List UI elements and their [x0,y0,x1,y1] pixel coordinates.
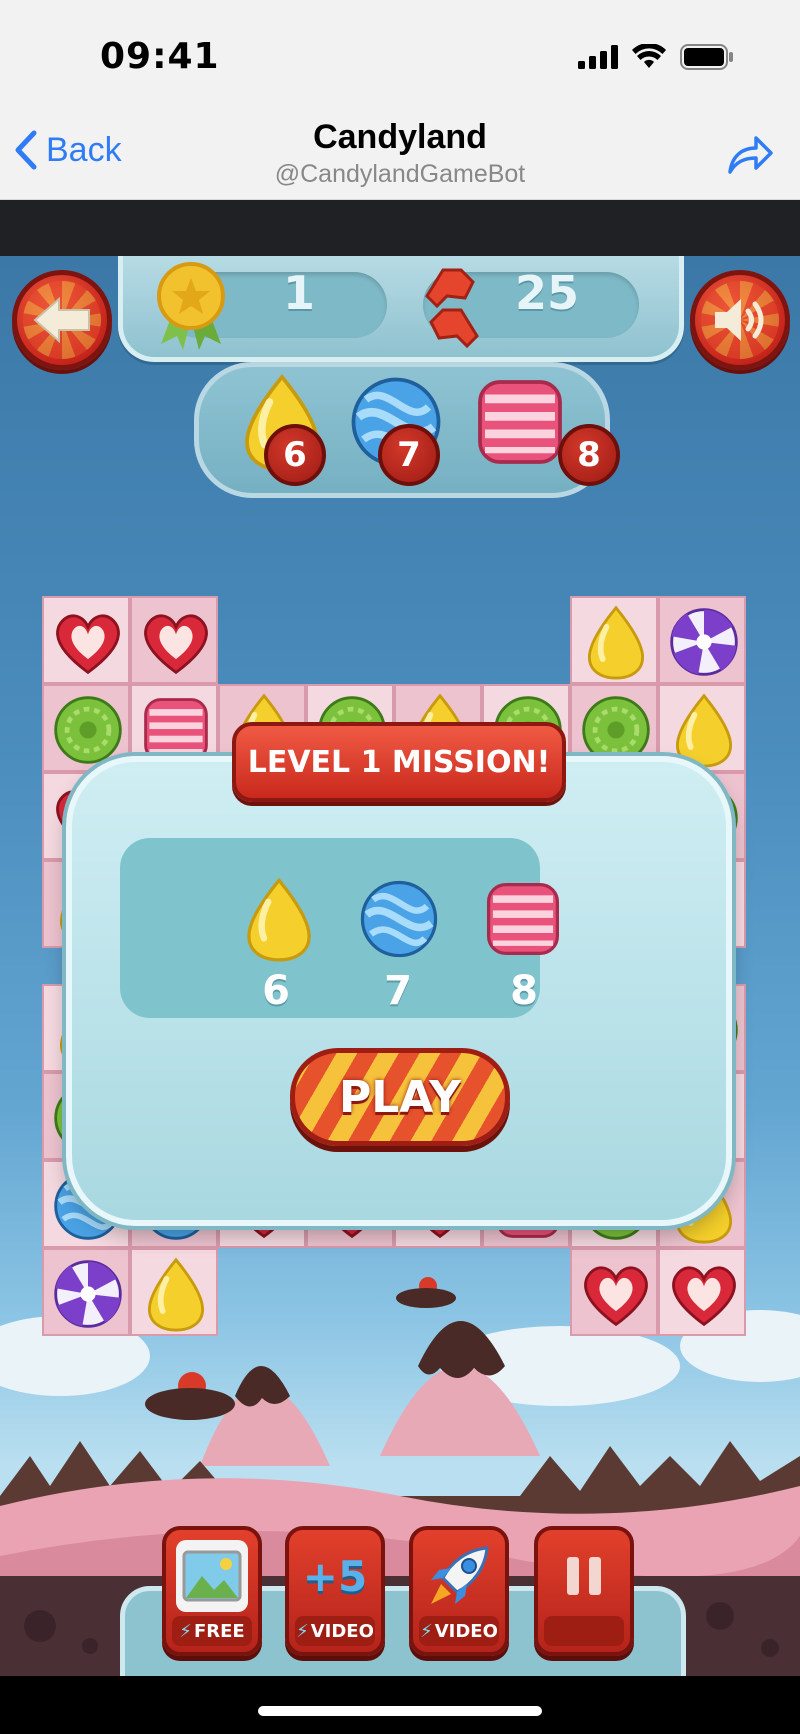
red-heart-candy [578,1256,654,1332]
mission-title: LEVEL 1 MISSION! [232,722,566,802]
target-count-badge: 8 [558,424,620,486]
booster-tag: ⚡ VIDEO [419,1616,499,1646]
pause-icon [548,1540,620,1612]
board-cell[interactable] [42,596,130,684]
target-count-badge: 6 [264,424,326,486]
home-indicator [258,1706,542,1716]
picture-icon [176,1540,248,1612]
booster-rocket[interactable]: ⚡ VIDEO [409,1526,509,1656]
pink-striped-cube-goal-icon [480,876,566,966]
blue-swirl-ball-goal-icon [356,876,442,966]
pause-button[interactable] [534,1526,634,1656]
booster-tag-label: FREE [193,1620,245,1642]
board-cell[interactable] [42,1248,130,1336]
board-cell[interactable] [570,596,658,684]
booster-tag: ⚡ FREE [172,1616,252,1646]
cellular-signal-icon [578,45,618,69]
board-cell[interactable] [658,596,746,684]
status-time: 09:41 [100,36,220,77]
wifi-icon [632,44,666,68]
mission-goals-panel [120,838,540,1018]
yellow-drop-goal-icon [236,876,322,966]
status-bar: 09:41 [0,0,800,110]
green-ring-candy [50,692,126,768]
booster-tag: ⚡ VIDEO [295,1616,375,1646]
purple-swirl-candy [666,604,742,680]
booster-tag-label: VIDEO [434,1620,498,1642]
board-cell[interactable] [570,1248,658,1336]
play-button[interactable]: PLAY [290,1048,510,1146]
board-cell[interactable] [130,596,218,684]
target-count-badge: 7 [378,424,440,486]
mission-goal-count: 6 [262,968,290,1014]
webview-top-strip [0,200,800,256]
booster-tag-label: VIDEO [310,1620,374,1642]
booster-name: +5 [302,1551,368,1601]
booster-plus-five-moves[interactable]: +5 ⚡ VIDEO [285,1526,385,1656]
red-heart-candy [666,1256,742,1332]
pink-striped-cube-target-icon [470,372,570,476]
lightning-icon: ⚡ [420,1620,433,1642]
lightning-icon: ⚡ [179,1620,192,1642]
nav-bar: Back Candyland @CandylandGameBot [0,110,800,200]
status-icons [578,44,734,70]
mission-goal-count: 8 [510,968,538,1014]
game-canvas: 1 25 6 7 8 LEVEL 1 MISSION! PLAY ⚡ FREE [0,256,800,1676]
board-cell[interactable] [130,1248,218,1336]
yellow-drop-candy [578,604,654,680]
red-heart-candy [50,604,126,680]
lightning-icon: ⚡ [296,1620,309,1642]
bot-title: Candyland [313,118,487,156]
booster-tag [544,1616,624,1646]
mission-goal-count: 7 [384,968,412,1014]
red-heart-candy [138,604,214,680]
bot-username: @CandylandGameBot [274,160,526,188]
share-arrow-icon[interactable] [726,134,774,176]
home-indicator-area [0,1676,800,1734]
rocket-icon [423,1540,495,1612]
board-cell[interactable] [658,1248,746,1336]
yellow-drop-candy [138,1256,214,1332]
booster-free-picture[interactable]: ⚡ FREE [162,1526,262,1656]
plus-five-icon: +5 [299,1540,371,1612]
battery-icon [680,44,733,70]
yellow-drop-candy [666,692,742,768]
purple-swirl-candy [50,1256,126,1332]
